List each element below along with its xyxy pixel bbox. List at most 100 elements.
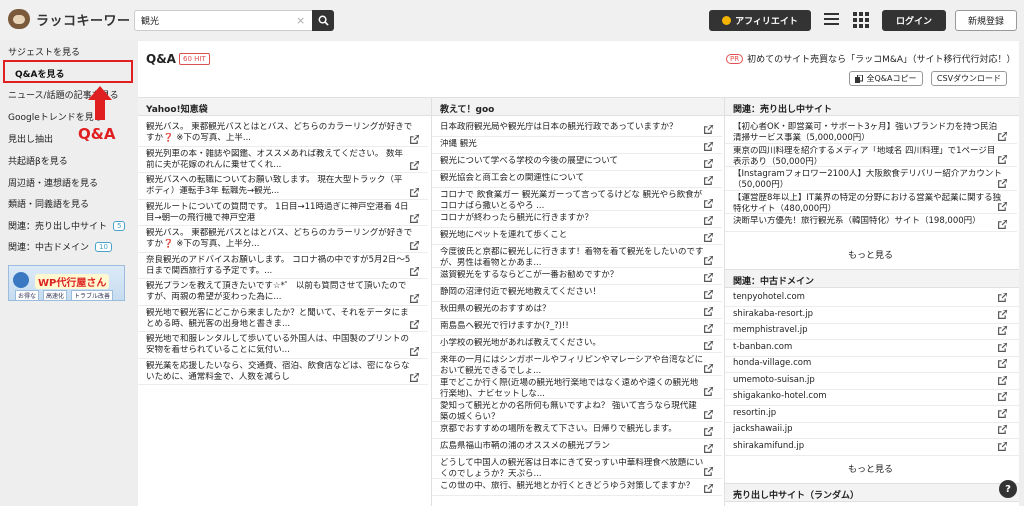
list-item[interactable]: 観光地で観光客にどこから来ましたか？と聞いて、それをデータにま とめる時、観光客の… — [146, 308, 412, 330]
list-item[interactable]: 来年の一月にはシンガポールやフィリピンやマレーシアや台湾などに おいて観光できるで… — [440, 355, 706, 377]
domain-item[interactable]: jackshawaii.jp — [733, 424, 983, 435]
external-link-icon[interactable] — [410, 213, 420, 223]
external-link-icon[interactable] — [704, 443, 714, 453]
login-button[interactable]: ログイン — [882, 10, 946, 31]
domain-item[interactable]: shirakamifund.jp — [733, 441, 983, 452]
list-item[interactable]: 東京の四川料理を紹介するメディア「地域名 四川料理」で1ページ目 表示あり（50,… — [733, 146, 1001, 168]
domain-item[interactable]: honda-village.com — [733, 358, 983, 369]
external-link-icon[interactable] — [410, 319, 420, 329]
external-link-icon[interactable] — [704, 386, 714, 396]
external-link-icon[interactable] — [704, 272, 714, 282]
external-link-icon[interactable] — [704, 306, 714, 316]
more-domains-link[interactable]: もっと見る — [848, 462, 893, 475]
external-link-icon[interactable] — [998, 201, 1008, 211]
external-link-icon[interactable] — [704, 175, 714, 185]
domain-item[interactable]: tenpyohotel.com — [733, 292, 983, 303]
list-item[interactable]: 観光バス。 東都観光バスとはとバス、どちらのカラーリングが好きで すか❓ ※下の写… — [146, 122, 412, 144]
external-link-icon[interactable] — [410, 239, 420, 250]
clear-icon[interactable]: × — [296, 14, 305, 27]
hamburger-menu-icon[interactable] — [824, 12, 839, 26]
external-link-icon[interactable] — [704, 124, 714, 134]
domain-item[interactable]: umemoto-suisan.jp — [733, 375, 983, 386]
domain-item[interactable]: t-banban.com — [733, 342, 983, 353]
list-item[interactable]: 静岡の沼津付近で観光地教えてください！ — [440, 287, 706, 298]
external-link-icon[interactable] — [704, 466, 714, 476]
external-link-icon[interactable] — [998, 391, 1008, 401]
external-link-icon[interactable] — [998, 440, 1008, 451]
list-item[interactable]: 観光列車の本・雑誌や図鑑、オススメあれば教えてください。 数年 前に夫が花嫁のれん… — [146, 149, 412, 171]
external-link-icon[interactable] — [704, 255, 714, 265]
domain-item[interactable]: resortin.jp — [733, 408, 983, 419]
list-item[interactable]: 京都でおすすめの場所を教えて下さい。日帰りで観光します。 — [440, 424, 706, 435]
list-item[interactable]: 沖縄 観光 — [440, 139, 706, 150]
external-link-icon[interactable] — [704, 198, 714, 208]
external-link-icon[interactable] — [998, 374, 1008, 385]
external-link-icon[interactable] — [998, 308, 1008, 319]
copy-all-qa-button[interactable]: 全Q&Aコピー — [849, 71, 923, 86]
apps-grid-icon[interactable] — [853, 12, 869, 28]
external-link-icon[interactable] — [998, 407, 1008, 418]
list-item[interactable]: 奈良観光のアドバイスお願いします。 コロナ禍の中ですが5月2日〜5 日まで関西旅行… — [146, 255, 412, 277]
external-link-icon[interactable] — [410, 160, 420, 170]
csv-download-button[interactable]: CSVダウンロード — [931, 71, 1007, 86]
external-link-icon[interactable] — [410, 266, 420, 276]
external-link-icon[interactable] — [998, 292, 1008, 302]
list-item[interactable]: 愛知って観光とかの名所何も無いですよね？ 強いて言うなら現代建 築の城くらい？ — [440, 401, 706, 423]
list-item[interactable]: 観光プランを教えて頂きたいです☆*゜ 以前も質問させて頂いたので すが、両親の希望… — [146, 281, 412, 303]
list-item[interactable]: コロナで 飲食業ガー 観光業ガーって言ってるけどな 観光やら飲食が コロナばら撒い… — [440, 190, 706, 212]
more-sites-link[interactable]: もっと見る — [848, 248, 893, 261]
external-link-icon[interactable] — [704, 323, 714, 333]
sidebar-item-synonyms[interactable]: 類語・同義語を見る — [8, 197, 128, 210]
list-item[interactable]: 今度彼氏と京都に観光しに行きます！着物を着て観光をしたいのです が、男性は着物とか… — [440, 247, 706, 269]
external-link-icon[interactable] — [998, 358, 1008, 368]
sidebar-item-used-domains[interactable]: 関連：中古ドメイン 10 — [8, 240, 128, 253]
list-item[interactable]: 観光バス。 東都観光バスとはとバス、どちらのカラーリングが好きで すか❓ ※下の写… — [146, 228, 412, 250]
list-item[interactable]: 日本政府観光局や観光庁は日本の観光行政であっていますか？ — [440, 122, 706, 133]
external-link-icon[interactable] — [410, 372, 420, 382]
list-item[interactable]: 決断早い方優先！旅行観光系（韓国特化）サイト（198,000円） — [733, 216, 1001, 227]
domain-item[interactable]: shirakaba-resort.jp — [733, 309, 983, 320]
list-item[interactable]: 観光協会と商工会との関連性について — [440, 173, 706, 184]
external-link-icon[interactable] — [704, 289, 714, 299]
external-link-icon[interactable] — [998, 219, 1008, 229]
list-item[interactable]: この世の中、旅行、観光地とか行くときどうゆう対策してますか？ — [440, 481, 706, 492]
external-link-icon[interactable] — [998, 130, 1008, 141]
affiliate-button[interactable]: アフィリエイト — [709, 10, 811, 31]
search-button[interactable] — [312, 10, 334, 31]
external-link-icon[interactable] — [704, 215, 714, 225]
sidebar-item-cooccurrence[interactable]: 共起語βを見る — [8, 154, 128, 167]
list-item[interactable]: 観光業を応援したいなら、交通費、宿泊、飲食店などは、密にならな いために、通常料金… — [146, 361, 412, 383]
list-item[interactable]: 観光地で和服レンタルして歩いている外国人は、中国製のプリントの 安物を着せられてい… — [146, 334, 412, 356]
external-link-icon[interactable] — [704, 363, 714, 373]
external-link-icon[interactable] — [410, 345, 420, 356]
external-link-icon[interactable] — [998, 177, 1008, 188]
domain-item[interactable]: shigakanko-hotel.com — [733, 391, 983, 402]
sidebar-item-sites-for-sale[interactable]: 関連：売り出し中サイト 5 — [8, 219, 128, 232]
external-link-icon[interactable] — [998, 424, 1008, 434]
sidebar-item-suggest[interactable]: サジェストを見る — [8, 45, 128, 58]
list-item[interactable]: 秋田県の観光のおすすめは？ — [440, 304, 706, 315]
help-button[interactable]: ? — [999, 480, 1017, 498]
list-item[interactable]: 観光について学べる学校の今後の展望について — [440, 156, 706, 167]
external-link-icon[interactable] — [704, 141, 714, 151]
external-link-icon[interactable] — [410, 133, 420, 144]
external-link-icon[interactable] — [998, 154, 1008, 164]
list-item[interactable]: 広島県福山市鞆の浦のオススメの観光プラン — [440, 441, 706, 452]
list-item[interactable]: 車でどこか行く際(近場の観光地行楽地ではなく遠めや遠くの観光地 行楽地)、ナビセッ… — [440, 378, 706, 400]
list-item[interactable]: コロナが終わったら観光に行きますか？ — [440, 213, 706, 224]
list-item[interactable]: 滋賀観光をするならどこが一番お勧めですか？ — [440, 270, 706, 281]
rakko-logo[interactable]: ラッコキーワード — [8, 9, 144, 29]
external-link-icon[interactable] — [410, 292, 420, 303]
list-item[interactable]: 観光ルートについての質問です。 1日目→11時過ぎに神戸空港着 4日 目→朝一の飛… — [146, 202, 412, 224]
external-link-icon[interactable] — [704, 340, 714, 350]
sidebar-item-related-words[interactable]: 周辺語・連想語を見る — [8, 176, 128, 189]
external-link-icon[interactable] — [704, 409, 714, 419]
external-link-icon[interactable] — [410, 186, 420, 197]
external-link-icon[interactable] — [704, 483, 714, 493]
pr-link[interactable]: PR 初めてのサイト売買なら「ラッコM&A」（サイト移行代行対応！） — [726, 52, 1016, 65]
external-link-icon[interactable] — [704, 158, 714, 168]
domain-item[interactable]: memphistravel.jp — [733, 325, 983, 336]
register-button[interactable]: 新規登録 — [955, 10, 1017, 31]
external-link-icon[interactable] — [704, 232, 714, 242]
external-link-icon[interactable] — [998, 341, 1008, 352]
